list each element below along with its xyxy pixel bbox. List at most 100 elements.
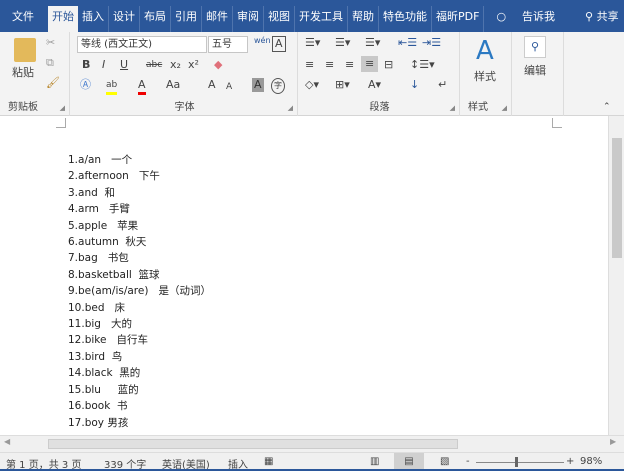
highlight-button[interactable]: ab bbox=[106, 78, 118, 95]
char-shading-icon[interactable]: A bbox=[252, 78, 264, 92]
asian-layout-icon[interactable]: A▾ bbox=[368, 78, 381, 92]
format-painter-icon[interactable]: 🖌 bbox=[46, 76, 60, 90]
document-line: 16.book 书 bbox=[68, 400, 128, 413]
phonetic-guide-icon[interactable]: wén bbox=[254, 34, 271, 48]
search-icon[interactable]: ⚲ bbox=[524, 36, 546, 58]
styles-launcher[interactable]: ◢ bbox=[502, 104, 507, 112]
share-button[interactable]: ⚲ 共享 bbox=[581, 6, 623, 32]
paragraph-label: 段落 bbox=[369, 102, 390, 113]
text-effects-icon[interactable]: Ⓐ bbox=[80, 78, 91, 92]
read-mode-icon[interactable]: ▥ bbox=[370, 456, 379, 467]
clipboard-group: 粘贴 ✂ ⧉ 🖌 剪贴板 ◢ bbox=[0, 32, 70, 116]
styles-button[interactable]: 样式 bbox=[474, 70, 496, 84]
clipboard-launcher[interactable]: ◢ bbox=[60, 104, 65, 112]
align-right-icon[interactable]: ≡ bbox=[345, 58, 354, 72]
tab-layout[interactable]: 布局 bbox=[140, 6, 171, 32]
numbering-icon[interactable]: ☰▾ bbox=[335, 36, 350, 50]
font-label: 字体 bbox=[174, 102, 195, 113]
collapse-ribbon-icon[interactable]: ⌃ bbox=[603, 100, 611, 114]
tab-features[interactable]: 特色功能 bbox=[379, 6, 432, 32]
tab-developer[interactable]: 开发工具 bbox=[295, 6, 348, 32]
multilevel-list-icon[interactable]: ☰▾ bbox=[365, 36, 380, 50]
line-spacing-icon[interactable]: ↕☰▾ bbox=[410, 58, 435, 72]
document-line: 1.a/an 一个 bbox=[68, 154, 133, 166]
align-left-icon[interactable]: ≡ bbox=[305, 58, 314, 72]
vertical-scroll-thumb[interactable] bbox=[612, 138, 622, 258]
document-line: 3.and 和 bbox=[68, 186, 115, 199]
tab-file[interactable]: 文件 bbox=[6, 6, 48, 32]
align-center-icon[interactable]: ≡ bbox=[325, 58, 334, 72]
editing-button[interactable]: 编辑 bbox=[524, 64, 546, 78]
scroll-right-icon[interactable]: ▶ bbox=[610, 437, 616, 446]
clear-format-icon[interactable]: ◆ bbox=[214, 58, 222, 72]
font-color-button[interactable]: A bbox=[138, 78, 146, 95]
ribbon-tabs: 文件 开始 插入 设计 布局 引用 邮件 审阅 视图 开发工具 帮助 特色功能 … bbox=[0, 0, 624, 32]
document-line: 5.apple 苹果 bbox=[68, 219, 139, 232]
distributed-icon[interactable]: ⊟ bbox=[384, 58, 393, 72]
document-line: 4.arm 手臂 bbox=[68, 203, 130, 216]
tab-design[interactable]: 设计 bbox=[109, 6, 140, 32]
document-line: 12.bike 自行车 bbox=[68, 334, 148, 347]
tab-mailings[interactable]: 邮件 bbox=[202, 6, 233, 32]
document-line: 14.black 黑的 bbox=[68, 367, 141, 380]
zoom-slider[interactable] bbox=[476, 462, 564, 463]
tab-insert[interactable]: 插入 bbox=[78, 6, 109, 32]
tab-view[interactable]: 视图 bbox=[264, 6, 295, 32]
change-case-button[interactable]: Aa bbox=[166, 78, 180, 92]
shrink-font-button[interactable]: A bbox=[226, 80, 232, 94]
sort-icon[interactable]: ↓ bbox=[410, 78, 419, 92]
tell-me-button[interactable]: 告诉我 bbox=[518, 6, 559, 32]
document-line: 2.afternoon 下午 bbox=[68, 170, 160, 183]
web-layout-icon[interactable]: ▧ bbox=[440, 456, 449, 467]
font-size-select[interactable]: 五号 bbox=[208, 36, 248, 53]
paste-icon[interactable] bbox=[14, 38, 36, 62]
decrease-indent-icon[interactable]: ⇤☰ bbox=[398, 36, 417, 50]
horizontal-scroll-thumb[interactable] bbox=[48, 439, 458, 449]
vertical-scrollbar[interactable] bbox=[608, 116, 624, 435]
bullets-icon[interactable]: ☰▾ bbox=[305, 36, 320, 50]
tab-home[interactable]: 开始 bbox=[48, 6, 78, 32]
bold-button[interactable]: B bbox=[82, 58, 90, 72]
subscript-button[interactable]: x₂ bbox=[170, 58, 181, 72]
document-line: 7.bag 书包 bbox=[68, 252, 129, 265]
horizontal-scrollbar[interactable]: ◀ ▶ bbox=[0, 435, 624, 452]
superscript-button[interactable]: x² bbox=[188, 58, 199, 72]
cut-icon[interactable]: ✂ bbox=[46, 36, 55, 50]
underline-button[interactable]: U bbox=[120, 58, 128, 72]
tab-foxit-pdf[interactable]: 福昕PDF bbox=[432, 6, 485, 32]
paste-button[interactable]: 粘贴 bbox=[12, 66, 34, 80]
justify-icon[interactable]: ≡ bbox=[361, 56, 379, 72]
zoom-slider-thumb[interactable] bbox=[515, 457, 518, 467]
tab-help[interactable]: 帮助 bbox=[348, 6, 379, 32]
scroll-left-icon[interactable]: ◀ bbox=[4, 437, 10, 446]
tab-references[interactable]: 引用 bbox=[171, 6, 202, 32]
document-line: 13.bird 鸟 bbox=[68, 350, 123, 363]
enclose-char-button[interactable]: 字 bbox=[271, 78, 285, 94]
font-name-select[interactable]: 等线 (西文正文) bbox=[77, 36, 207, 53]
lightbulb-icon: ○ bbox=[496, 10, 507, 23]
increase-indent-icon[interactable]: ⇥☰ bbox=[422, 36, 441, 50]
tab-review[interactable]: 审阅 bbox=[233, 6, 264, 32]
zoom-level[interactable]: 98% bbox=[580, 456, 602, 467]
document-line: 9.be(am/is/are) 是（动词） bbox=[68, 285, 211, 298]
char-border-icon[interactable]: A bbox=[272, 36, 286, 52]
zoom-in-button[interactable]: + bbox=[566, 456, 574, 467]
shading-icon[interactable]: ◇▾ bbox=[305, 78, 319, 92]
document-page[interactable]: 1.a/an 一个 2.afternoon 下午 3.and 和 4.arm 手臂 5.… bbox=[0, 116, 608, 435]
borders-icon[interactable]: ⊞▾ bbox=[335, 78, 350, 92]
show-marks-icon[interactable]: ↵ bbox=[438, 78, 447, 92]
margin-mark bbox=[552, 118, 562, 128]
ribbon: 粘贴 ✂ ⧉ 🖌 剪贴板 ◢ 等线 (西文正文) 五号 wén A B I U … bbox=[0, 32, 624, 116]
document-body[interactable]: 1.a/an 一个 2.afternoon 下午 3.and 和 4.arm 手臂 5.… bbox=[68, 152, 211, 431]
copy-icon[interactable]: ⧉ bbox=[46, 56, 54, 70]
document-line: 11.big 大的 bbox=[68, 318, 132, 331]
zoom-out-button[interactable]: - bbox=[466, 456, 470, 467]
italic-button[interactable]: I bbox=[102, 58, 105, 72]
font-launcher[interactable]: ◢ bbox=[288, 104, 293, 112]
grow-font-button[interactable]: A bbox=[208, 78, 216, 92]
paragraph-launcher[interactable]: ◢ bbox=[450, 104, 455, 112]
styles-icon[interactable]: A bbox=[476, 36, 494, 66]
paragraph-group: ☰▾ ☰▾ ☰▾ ⇤☰ ⇥☰ ≡ ≡ ≡ ≡ ⊟ ↕☰▾ ◇▾ ⊞▾ A▾ ↓ … bbox=[300, 32, 460, 116]
macro-icon[interactable]: ▦ bbox=[264, 456, 273, 467]
strikethrough-button[interactable]: abc bbox=[146, 58, 162, 72]
